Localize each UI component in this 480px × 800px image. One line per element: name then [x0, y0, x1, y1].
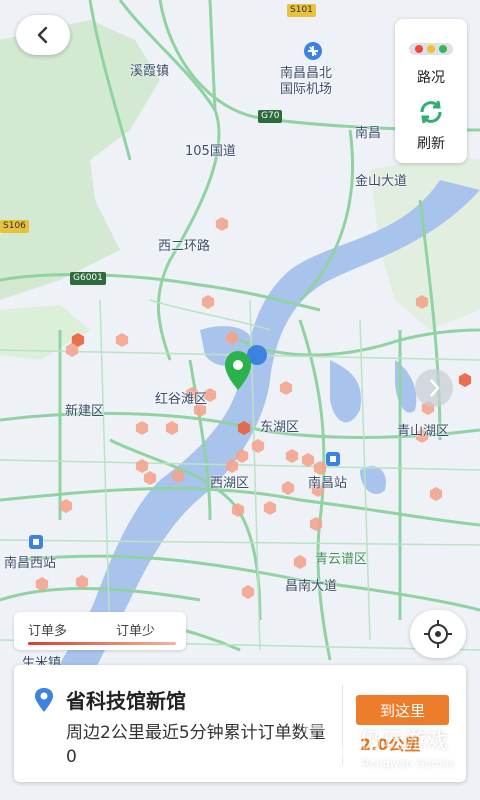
refresh-icon: [420, 100, 442, 124]
map-place-label: 青云谱区: [315, 552, 368, 567]
map-place-label: 南昌站: [308, 476, 348, 491]
chevron-left-icon: [37, 26, 48, 44]
place-order-summary: 周边2公里最近5分钟累计订单数量0: [66, 723, 326, 767]
back-button[interactable]: [16, 15, 70, 55]
next-page-button[interactable]: [415, 369, 453, 407]
road-sign: S101: [287, 4, 316, 17]
crosshair-icon: [424, 620, 452, 648]
map-place-label: 溪霞镇: [130, 64, 170, 79]
watermark-subtext: Rengwan Games: [362, 757, 455, 770]
map-place-label: 红谷滩区: [155, 392, 208, 407]
legend-gradient-bar: [28, 642, 176, 645]
map-place-label: 昌南大道: [285, 579, 338, 594]
map-place-label: 南昌西站: [4, 556, 57, 571]
train-station-icon: [29, 535, 43, 549]
map-place-label: 东湖区: [260, 420, 300, 435]
airport-icon: [304, 42, 322, 60]
watermark-text: 仍玩游戏: [360, 729, 449, 754]
legend-less-label: 订单少: [116, 624, 156, 639]
legend-more-label: 订单多: [28, 624, 68, 639]
road-sign: S106: [0, 220, 29, 233]
road-sign: G70: [258, 110, 283, 123]
traffic-label: 路况: [417, 70, 445, 86]
traffic-button[interactable]: 路况: [395, 19, 467, 91]
watermark: 仍玩游戏 Rengwan Games: [300, 715, 470, 785]
refresh-button[interactable]: 刷新: [395, 91, 467, 163]
locate-button[interactable]: [410, 610, 466, 658]
watermark-logo-icon: [301, 724, 355, 770]
traffic-light-icon: [409, 43, 453, 55]
map-place-label: 国际机场: [280, 82, 333, 97]
map-place-label: 青山湖区: [397, 424, 450, 439]
map-place-label: 南昌: [355, 126, 382, 141]
map-place-label: 西二环路: [158, 239, 211, 254]
place-title: 省科技馆新馆: [66, 689, 186, 713]
map-place-label: 新建区: [65, 404, 105, 419]
train-station-icon: [326, 452, 340, 466]
refresh-label: 刷新: [417, 136, 445, 152]
map-place-label: 金山大道: [355, 174, 408, 189]
order-legend: 订单多 订单少: [14, 612, 186, 650]
road-sign: G6001: [70, 272, 106, 285]
location-marker-icon: [35, 688, 53, 712]
map-place-label: 西湖区: [210, 476, 250, 491]
map-place-label: 105国道: [185, 144, 236, 159]
map-control-panel: 路况 刷新: [395, 19, 467, 163]
